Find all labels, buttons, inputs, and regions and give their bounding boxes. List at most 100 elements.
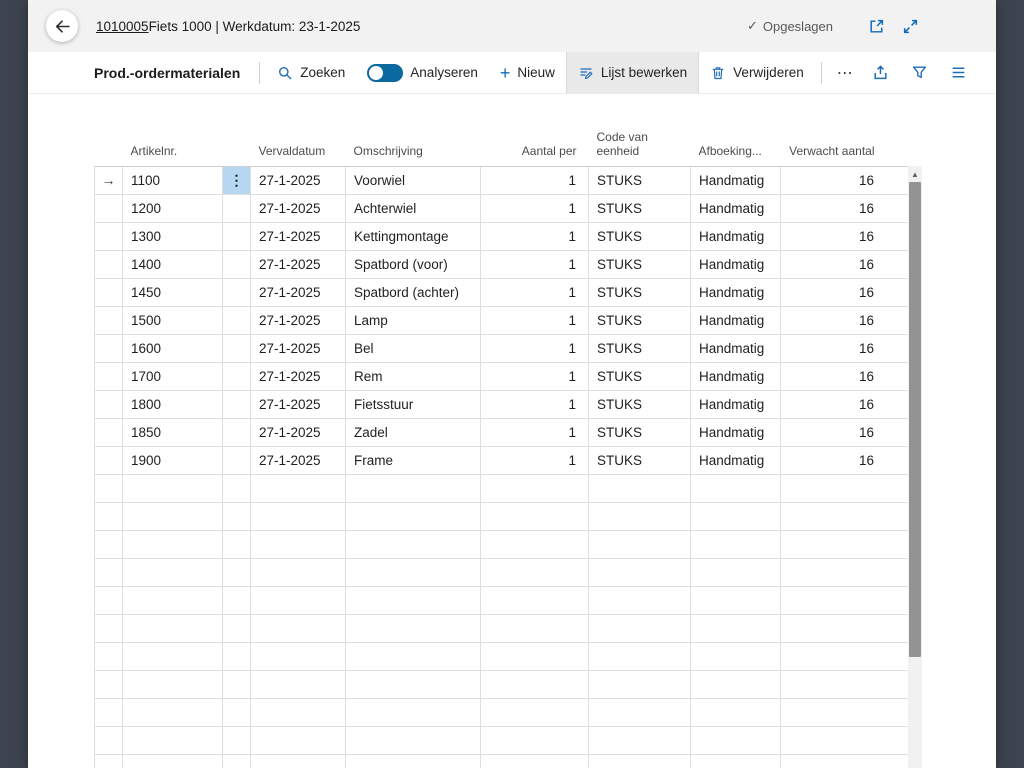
row-options-icon[interactable]: ⋮: [230, 172, 244, 188]
cell-description[interactable]: [346, 558, 481, 586]
cell-due-date[interactable]: 27-1-2025: [251, 334, 346, 362]
table-row[interactable]: [95, 502, 909, 530]
more-options-button[interactable]: ⋯: [828, 52, 863, 93]
table-row[interactable]: [95, 558, 909, 586]
cell-expected-qty[interactable]: 16: [781, 334, 909, 362]
cell-uom[interactable]: [589, 502, 691, 530]
cell-due-date[interactable]: 27-1-2025: [251, 250, 346, 278]
cell-flushing[interactable]: [691, 726, 781, 754]
cell-flushing[interactable]: Handmatig: [691, 446, 781, 474]
delete-button[interactable]: Verwijderen: [699, 52, 815, 93]
cell-flushing[interactable]: [691, 698, 781, 726]
table-row[interactable]: [95, 726, 909, 754]
cell-description[interactable]: Voorwiel: [346, 166, 481, 194]
cell-item-no[interactable]: [123, 698, 223, 726]
cell-flushing[interactable]: Handmatig: [691, 166, 781, 194]
cell-flushing[interactable]: [691, 670, 781, 698]
header-uom[interactable]: Code van eenheid: [589, 114, 691, 166]
cell-qty-per[interactable]: 1: [481, 446, 589, 474]
cell-expected-qty[interactable]: [781, 726, 909, 754]
cell-due-date[interactable]: [251, 502, 346, 530]
cell-item-no[interactable]: 1100: [123, 166, 223, 194]
row-selector-cell[interactable]: [95, 418, 123, 446]
cell-flushing[interactable]: [691, 530, 781, 558]
cell-item-no[interactable]: [123, 558, 223, 586]
row-options-cell[interactable]: [223, 558, 251, 586]
cell-description[interactable]: Rem: [346, 362, 481, 390]
cell-flushing[interactable]: [691, 614, 781, 642]
cell-due-date[interactable]: [251, 558, 346, 586]
row-options-cell[interactable]: [223, 698, 251, 726]
cell-qty-per[interactable]: 1: [481, 418, 589, 446]
cell-expected-qty[interactable]: [781, 530, 909, 558]
table-row[interactable]: 1500 27-1-2025 Lamp 1 STUKS Handmatig 16: [95, 306, 909, 334]
cell-qty-per[interactable]: 1: [481, 390, 589, 418]
row-options-cell[interactable]: [223, 502, 251, 530]
scroll-up-icon[interactable]: ▲: [908, 166, 922, 182]
cell-flushing[interactable]: [691, 558, 781, 586]
cell-uom[interactable]: STUKS: [589, 278, 691, 306]
cell-uom[interactable]: [589, 698, 691, 726]
cell-flushing[interactable]: Handmatig: [691, 278, 781, 306]
cell-uom[interactable]: STUKS: [589, 250, 691, 278]
cell-uom[interactable]: STUKS: [589, 194, 691, 222]
header-expected-qty[interactable]: Verwacht aantal: [781, 114, 909, 166]
cell-expected-qty[interactable]: 16: [781, 250, 909, 278]
cell-item-no[interactable]: 1400: [123, 250, 223, 278]
cell-due-date[interactable]: 27-1-2025: [251, 418, 346, 446]
cell-item-no[interactable]: [123, 670, 223, 698]
table-row[interactable]: 1900 27-1-2025 Frame 1 STUKS Handmatig 1…: [95, 446, 909, 474]
cell-qty-per[interactable]: [481, 754, 589, 768]
cell-description[interactable]: [346, 754, 481, 768]
table-row[interactable]: [95, 474, 909, 502]
cell-due-date[interactable]: [251, 670, 346, 698]
cell-expected-qty[interactable]: [781, 586, 909, 614]
header-due-date[interactable]: Vervaldatum: [251, 114, 346, 166]
cell-flushing[interactable]: [691, 642, 781, 670]
table-row[interactable]: 1450 27-1-2025 Spatbord (achter) 1 STUKS…: [95, 278, 909, 306]
cell-uom[interactable]: STUKS: [589, 362, 691, 390]
expand-page-button[interactable]: [902, 18, 919, 35]
cell-due-date[interactable]: [251, 726, 346, 754]
cell-item-no[interactable]: 1800: [123, 390, 223, 418]
table-row[interactable]: 1300 27-1-2025 Kettingmontage 1 STUKS Ha…: [95, 222, 909, 250]
cell-due-date[interactable]: 27-1-2025: [251, 306, 346, 334]
cell-expected-qty[interactable]: 16: [781, 194, 909, 222]
list-view-button[interactable]: [941, 64, 976, 81]
cell-qty-per[interactable]: [481, 614, 589, 642]
cell-item-no[interactable]: 1200: [123, 194, 223, 222]
back-button[interactable]: [46, 10, 78, 42]
cell-qty-per[interactable]: [481, 698, 589, 726]
cell-flushing[interactable]: [691, 754, 781, 768]
cell-description[interactable]: Kettingmontage: [346, 222, 481, 250]
row-selector-cell[interactable]: [95, 558, 123, 586]
cell-flushing[interactable]: Handmatig: [691, 334, 781, 362]
cell-expected-qty[interactable]: 16: [781, 222, 909, 250]
cell-due-date[interactable]: 27-1-2025: [251, 194, 346, 222]
cell-expected-qty[interactable]: 16: [781, 390, 909, 418]
row-options-cell[interactable]: [223, 446, 251, 474]
cell-flushing[interactable]: [691, 502, 781, 530]
cell-item-no[interactable]: 1850: [123, 418, 223, 446]
row-options-cell[interactable]: [223, 222, 251, 250]
cell-uom[interactable]: STUKS: [589, 390, 691, 418]
cell-item-no[interactable]: 1500: [123, 306, 223, 334]
cell-description[interactable]: [346, 698, 481, 726]
row-options-cell[interactable]: [223, 586, 251, 614]
table-row[interactable]: [95, 530, 909, 558]
cell-uom[interactable]: STUKS: [589, 166, 691, 194]
cell-description[interactable]: Spatbord (achter): [346, 278, 481, 306]
row-selector-cell[interactable]: [95, 306, 123, 334]
cell-due-date[interactable]: 27-1-2025: [251, 222, 346, 250]
filter-button[interactable]: [902, 64, 937, 81]
row-options-cell[interactable]: [223, 726, 251, 754]
cell-description[interactable]: Zadel: [346, 418, 481, 446]
row-selector-cell[interactable]: [95, 502, 123, 530]
scrollbar-thumb[interactable]: [909, 182, 921, 657]
table-row[interactable]: [95, 614, 909, 642]
table-row[interactable]: [95, 698, 909, 726]
cell-qty-per[interactable]: [481, 474, 589, 502]
cell-description[interactable]: [346, 474, 481, 502]
cell-qty-per[interactable]: 1: [481, 334, 589, 362]
cell-description[interactable]: [346, 670, 481, 698]
